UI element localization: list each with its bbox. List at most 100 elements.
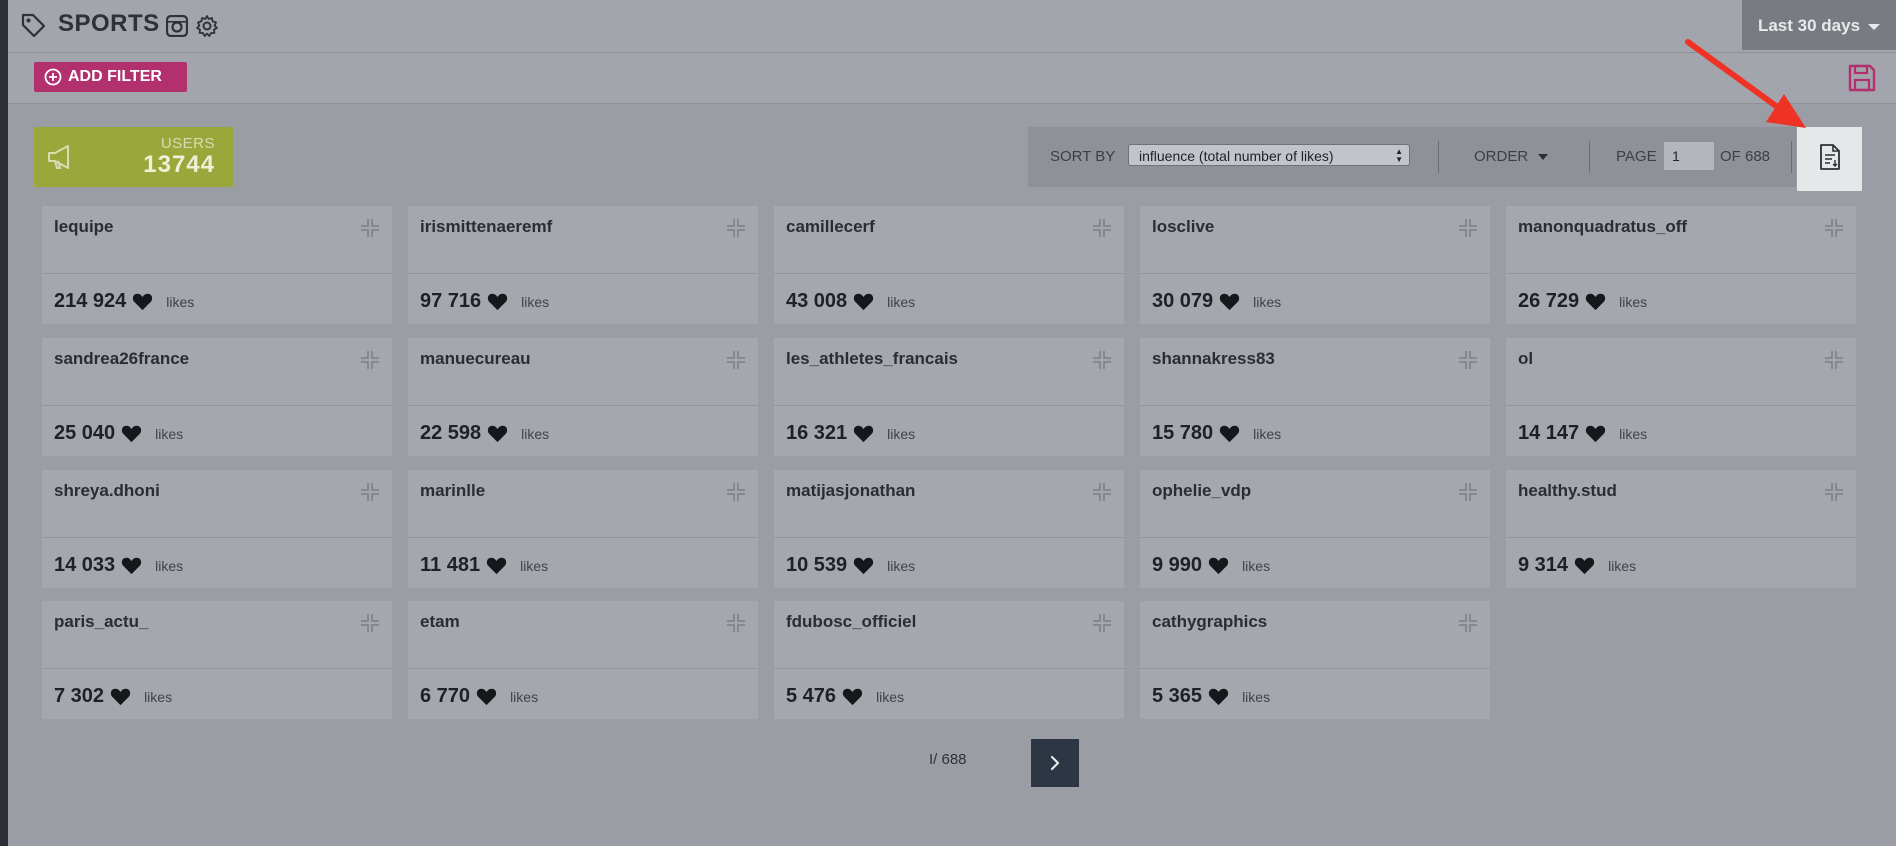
order-dropdown[interactable]: ORDER [1474,148,1549,165]
likes-unit: likes [1619,293,1648,310]
card-divider [774,405,1124,406]
collapse-icon[interactable] [360,218,380,238]
user-card[interactable]: manonquadratus_off 26 729 likes [1506,206,1856,324]
collapse-icon[interactable] [726,613,746,633]
username[interactable]: irismittenaeremf [420,217,552,237]
users-stat-box[interactable]: USERS 13744 [34,127,233,187]
likes-count: 5 476 [786,685,837,707]
likes-metric: 14 147 likes [1518,422,1647,445]
likes-metric: 11 481 likes [420,554,548,577]
likes-unit: likes [1253,293,1282,310]
heart-icon [488,293,508,311]
username[interactable]: ophelie_vdp [1152,481,1251,501]
user-card[interactable]: paris_actu_ 7 302 likes [42,601,392,719]
user-card[interactable]: irismittenaeremf 97 716 likes [408,206,758,324]
annotation-arrow [1685,39,1806,128]
username[interactable]: matijasjonathan [786,481,915,501]
username[interactable]: sandrea26france [54,349,189,369]
user-card[interactable]: healthy.stud 9 314 likes [1506,470,1856,588]
username[interactable]: les_athletes_francais [786,349,958,369]
user-card[interactable]: losclive 30 079 likes [1140,206,1490,324]
likes-count: 11 481 [420,554,481,576]
likes-unit: likes [1619,425,1648,442]
user-card[interactable]: shreya.dhoni 14 033 likes [42,470,392,588]
user-card[interactable]: matijasjonathan 10 539 likes [774,470,1124,588]
card-divider [1506,537,1856,538]
collapse-icon[interactable] [1458,218,1478,238]
user-card[interactable]: shannakress83 15 780 likes [1140,338,1490,456]
floppy-disk-icon[interactable] [1847,63,1877,93]
collapse-icon[interactable] [1092,218,1112,238]
collapse-icon[interactable] [360,613,380,633]
username[interactable]: losclive [1152,217,1214,237]
collapse-icon[interactable] [1092,613,1112,633]
page-title: SPORTS [58,10,160,37]
collapse-icon[interactable] [726,218,746,238]
likes-unit: likes [887,557,916,574]
username[interactable]: manuecureau [420,349,531,369]
sort-by-label: SORT BY [1050,148,1116,165]
page-number-input[interactable] [1664,142,1714,170]
collapse-icon[interactable] [1458,350,1478,370]
collapse-icon[interactable] [1458,482,1478,502]
user-card[interactable]: etam 6 770 likes [408,601,758,719]
likes-metric: 30 079 likes [1152,290,1281,313]
user-card[interactable]: camillecerf 43 008 likes [774,206,1124,324]
collapse-icon[interactable] [1092,482,1112,502]
likes-count: 214 924 [54,290,127,312]
username[interactable]: fdubosc_officiel [786,612,916,632]
heart-icon [1574,557,1595,575]
instagram-icon[interactable] [166,15,188,37]
username[interactable]: shreya.dhoni [54,481,160,501]
username[interactable]: paris_actu_ [54,612,149,632]
user-card[interactable]: marinlle 11 481 likes [408,470,758,588]
collapse-icon[interactable] [1458,613,1478,633]
page-total-label: OF 688 [1720,148,1771,165]
username[interactable]: lequipe [54,217,114,237]
likes-count: 16 321 [786,422,848,444]
username[interactable]: shannakress83 [1152,349,1275,369]
username[interactable]: marinlle [420,481,485,501]
add-filter-button[interactable]: ADD FILTER [34,62,187,92]
card-divider [774,668,1124,669]
collapse-icon[interactable] [1092,350,1112,370]
likes-count: 25 040 [54,422,116,444]
user-card[interactable]: cathygraphics 5 365 likes [1140,601,1490,719]
collapse-icon[interactable] [360,350,380,370]
sort-by-value: influence (total number of likes) [1139,148,1334,164]
collapse-icon[interactable] [726,350,746,370]
username[interactable]: camillecerf [786,217,875,237]
likes-unit: likes [144,688,173,705]
heart-icon [486,557,507,575]
collapse-icon[interactable] [1824,482,1844,502]
collapse-icon[interactable] [360,482,380,502]
card-divider [408,537,758,538]
user-card[interactable]: les_athletes_francais 16 321 likes [774,338,1124,456]
username[interactable]: healthy.stud [1518,481,1617,501]
divider [1438,141,1439,173]
heart-icon [1220,293,1240,311]
card-divider [42,405,392,406]
card-divider [1506,273,1856,274]
username[interactable]: cathygraphics [1152,612,1267,632]
user-card[interactable]: sandrea26france 25 040 likes [42,338,392,456]
gear-icon[interactable] [195,14,219,38]
username[interactable]: etam [420,612,460,632]
user-card[interactable]: manuecureau 22 598 likes [408,338,758,456]
card-divider [1506,405,1856,406]
collapse-icon[interactable] [1824,218,1844,238]
heart-icon [133,293,153,311]
user-card[interactable]: lequipe 214 924 likes [42,206,392,324]
user-card[interactable]: ol 14 147 likes [1506,338,1856,456]
sort-by-select[interactable]: influence (total number of likes) ▲ ▼ [1128,144,1410,166]
likes-count: 10 539 [786,554,848,576]
collapse-icon[interactable] [726,482,746,502]
user-card[interactable]: ophelie_vdp 9 990 likes [1140,470,1490,588]
likes-unit: likes [887,425,916,442]
likes-unit: likes [1608,557,1637,574]
username[interactable]: manonquadratus_off [1518,217,1687,237]
user-card[interactable]: fdubosc_officiel 5 476 likes [774,601,1124,719]
username[interactable]: ol [1518,349,1533,369]
next-page-button[interactable] [1031,739,1079,787]
collapse-icon[interactable] [1824,350,1844,370]
